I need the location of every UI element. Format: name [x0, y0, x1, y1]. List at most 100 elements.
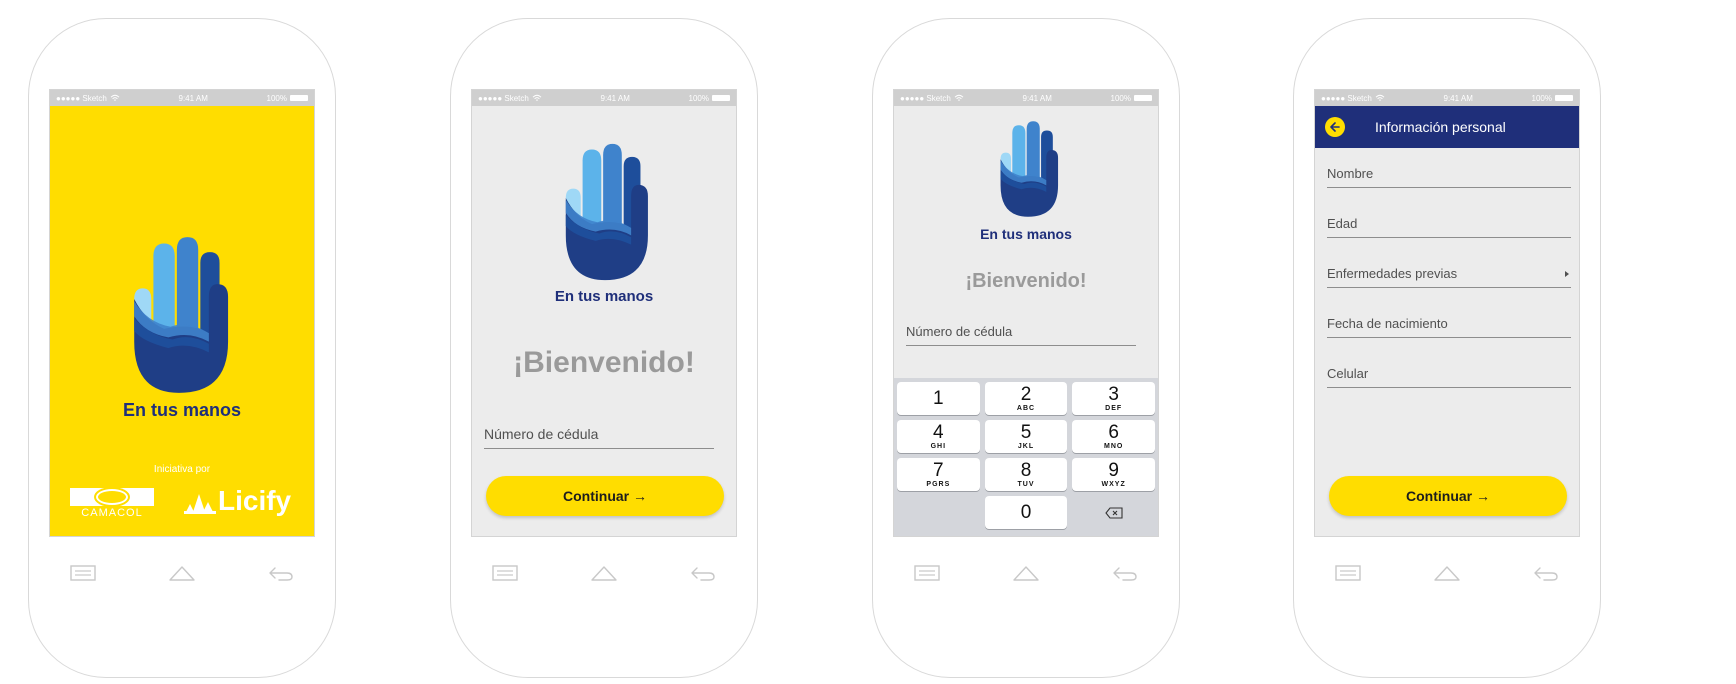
- brand-name: En tus manos: [122, 400, 242, 420]
- battery-icon: [289, 95, 308, 101]
- keypad-key-digit: 4: [933, 422, 944, 443]
- back-nav-icon[interactable]: [267, 563, 295, 583]
- battery-label: 100%: [266, 93, 287, 103]
- menu-icon[interactable]: [491, 563, 519, 583]
- keypad-key-letters: GHI: [930, 443, 947, 450]
- id-number-input[interactable]: Número de cédula: [484, 426, 714, 449]
- battery-label: 100%: [688, 93, 709, 103]
- phone-welcome: ●●●●● Sketch 9:41 AM 100% En tus manos ¡…: [450, 18, 758, 678]
- phone-field-label: Celular: [1327, 366, 1369, 381]
- carrier-label: ●●●●● Sketch: [56, 93, 107, 103]
- android-nav-bar: [1334, 561, 1560, 585]
- keypad-key-letters: JKL: [1017, 443, 1035, 450]
- keypad-key-letters: TUV: [1017, 481, 1035, 488]
- welcome-screen: ●●●●● Sketch 9:41 AM 100% En tus manos ¡…: [471, 89, 737, 537]
- licify-logo: Licify: [184, 485, 292, 516]
- status-bar: ●●●●● Sketch 9:41 AM 100%: [472, 90, 736, 106]
- keypad-key-digit: 3: [1108, 384, 1119, 405]
- licify-mark-icon: [184, 494, 216, 514]
- chevron-right-icon: [1565, 270, 1569, 277]
- home-icon[interactable]: [168, 563, 196, 583]
- licify-text: Licify: [218, 485, 292, 516]
- keypad-key[interactable]: 8 TUV: [984, 458, 1068, 491]
- initiative-label: Iniciativa por: [153, 464, 211, 475]
- keypad-key-digit: 6: [1108, 422, 1119, 443]
- continue-button[interactable]: Continuar →: [1329, 476, 1567, 516]
- brand-name: En tus manos: [980, 226, 1072, 242]
- age-field[interactable]: Edad: [1327, 216, 1571, 238]
- back-nav-icon[interactable]: [689, 563, 717, 583]
- conditions-field-label: Enfermedades previas: [1327, 266, 1458, 281]
- keypad-key-digit: 9: [1108, 460, 1119, 481]
- page-title: Información personal: [1375, 119, 1506, 135]
- keypad-key[interactable]: 7 PGRS: [897, 458, 980, 491]
- keypad-key[interactable]: 6 MNO: [1072, 420, 1155, 453]
- splash-screen: ●●●●● Sketch 9:41 AM 100% En tus manos I…: [49, 89, 315, 537]
- birthdate-field-label: Fecha de nacimiento: [1327, 316, 1448, 331]
- keypad-blank: [897, 496, 980, 529]
- name-field-label: Nombre: [1327, 166, 1374, 181]
- wifi-icon: [954, 94, 964, 102]
- android-nav-bar: [491, 561, 717, 585]
- camacol-logo: CAMACOL: [70, 488, 154, 519]
- carrier-label: ●●●●● Sketch: [478, 93, 529, 103]
- home-icon[interactable]: [1012, 563, 1040, 583]
- back-arrow-icon[interactable]: [1325, 117, 1345, 137]
- hand-logo-icon: [556, 142, 654, 282]
- keypad-key-letters: ABC: [1016, 405, 1036, 412]
- phone-field[interactable]: Celular: [1327, 366, 1571, 388]
- keypad-key-digit: 7: [933, 460, 944, 481]
- keypad-key[interactable]: 2 ABC: [984, 382, 1068, 415]
- status-bar: ●●●●● Sketch 9:41 AM 100%: [894, 90, 1158, 106]
- menu-icon[interactable]: [69, 563, 97, 583]
- android-nav-bar: [913, 561, 1139, 585]
- keypad-key[interactable]: 1: [897, 382, 980, 415]
- age-field-label: Edad: [1327, 216, 1358, 231]
- wifi-icon: [110, 94, 120, 102]
- keypad-key[interactable]: 3 DEF: [1072, 382, 1155, 415]
- battery-label: 100%: [1110, 93, 1131, 103]
- name-field[interactable]: Nombre: [1327, 166, 1571, 188]
- keypad-key[interactable]: 4 GHI: [897, 420, 980, 453]
- phone-keypad: ●●●●● Sketch 9:41 AM 100% En tus manos ¡…: [872, 18, 1180, 678]
- birthdate-field[interactable]: Fecha de nacimiento: [1327, 316, 1571, 338]
- id-number-input[interactable]: Número de cédula: [906, 324, 1136, 346]
- welcome-title: ¡Bienvenido!: [513, 346, 695, 379]
- keypad-key-letters: WXYZ: [1101, 481, 1126, 488]
- app-bar: Información personal: [1315, 106, 1579, 148]
- conditions-select[interactable]: Enfermedades previas: [1327, 266, 1571, 288]
- carrier-label: ●●●●● Sketch: [900, 93, 951, 103]
- keypad-key-digit: 0: [1020, 502, 1032, 523]
- keypad-key-letters: MNO: [1103, 443, 1124, 450]
- keypad-key-letters: PGRS: [926, 481, 951, 488]
- keypad-key[interactable]: 5 JKL: [984, 420, 1068, 453]
- android-nav-bar: [69, 561, 295, 585]
- battery-label: 100%: [1531, 93, 1552, 103]
- wifi-icon: [1375, 94, 1385, 102]
- hand-logo-icon: [124, 235, 234, 395]
- phone-personal-info: ●●●●● Sketch 9:41 AM 100% Información pe…: [1293, 18, 1601, 678]
- keypad-key-digit: 5: [1020, 422, 1032, 443]
- backspace-icon[interactable]: [1072, 496, 1155, 529]
- back-nav-icon[interactable]: [1532, 563, 1560, 583]
- menu-icon[interactable]: [913, 563, 941, 583]
- hand-logo-icon: [994, 120, 1062, 218]
- back-nav-icon[interactable]: [1111, 563, 1139, 583]
- carrier-label: ●●●●● Sketch: [1321, 93, 1372, 103]
- keypad-key[interactable]: 0: [984, 496, 1068, 529]
- keypad-screen: ●●●●● Sketch 9:41 AM 100% En tus manos ¡…: [893, 89, 1159, 537]
- time-label: 9:41 AM: [1022, 93, 1052, 103]
- wifi-icon: [532, 94, 542, 102]
- home-icon[interactable]: [1433, 563, 1461, 583]
- time-label: 9:41 AM: [600, 93, 630, 103]
- home-icon[interactable]: [590, 563, 618, 583]
- menu-icon[interactable]: [1334, 563, 1362, 583]
- keypad-key-digit: 8: [1020, 460, 1032, 481]
- continue-button[interactable]: Continuar →: [486, 476, 724, 516]
- keypad-key[interactable]: 9 WXYZ: [1072, 458, 1155, 491]
- keypad-key-letters: DEF: [1105, 405, 1123, 412]
- numeric-keypad: 1 2 ABC 3 DEF 4 GHI 5 JKL 6 MNO 7 PGRS 8 TUV 9 WXYZ 0: [894, 378, 1158, 536]
- battery-icon: [711, 95, 730, 101]
- keypad-key-digit: 1: [933, 388, 944, 409]
- battery-icon: [1133, 95, 1152, 101]
